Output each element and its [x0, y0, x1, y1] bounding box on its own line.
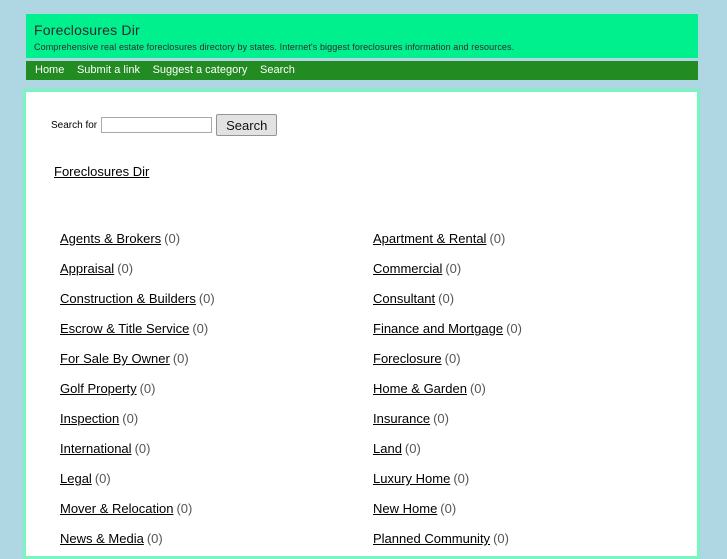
category-count: (0)	[172, 351, 189, 366]
category-count: (0)	[139, 381, 156, 396]
category-row: Finance and Mortgage (0)	[373, 314, 522, 344]
category-count: (0)	[453, 471, 470, 486]
site-title: Foreclosures Dir	[34, 22, 140, 38]
category-row: International (0)	[60, 434, 215, 464]
nav-item-home[interactable]: Home	[35, 61, 64, 80]
category-row: Insurance (0)	[373, 404, 522, 434]
breadcrumb: Foreclosures Dir	[54, 164, 149, 179]
category-row: Legal (0)	[60, 464, 215, 494]
category-count: (0)	[440, 501, 457, 516]
category-row: Luxury Home (0)	[373, 464, 522, 494]
category-count: (0)	[164, 231, 181, 246]
category-link[interactable]: Foreclosure	[373, 351, 442, 366]
category-link[interactable]: Inspection	[60, 411, 119, 426]
category-link[interactable]: For Sale By Owner	[60, 351, 170, 366]
breadcrumb-link-foreclosures-dir[interactable]: Foreclosures Dir	[54, 164, 149, 179]
category-count: (0)	[192, 321, 209, 336]
category-link[interactable]: Legal	[60, 471, 92, 486]
site-tagline: Comprehensive real estate foreclosures d…	[34, 42, 515, 52]
search-label: Search for	[51, 119, 98, 131]
category-row: Home & Garden (0)	[373, 374, 522, 404]
category-link[interactable]: International	[60, 441, 132, 456]
category-count: (0)	[404, 441, 421, 456]
category-link[interactable]: News & Media	[60, 531, 144, 546]
category-link[interactable]: Consultant	[373, 291, 435, 306]
category-count: (0)	[445, 261, 462, 276]
category-row: Land (0)	[373, 434, 522, 464]
nav-item-submit-a-link[interactable]: Submit a link	[77, 61, 140, 80]
category-link[interactable]: Home & Garden	[373, 381, 467, 396]
category-row: Planned Community (0)	[373, 524, 522, 554]
category-row: Escrow & Title Service (0)	[60, 314, 215, 344]
search-button[interactable]: Search	[216, 114, 278, 136]
category-count: (0)	[489, 231, 506, 246]
category-row: Inspection (0)	[60, 404, 215, 434]
category-row: Apartment & Rental (0)	[373, 224, 522, 254]
category-link[interactable]: Luxury Home	[373, 471, 450, 486]
category-row: Appraisal (0)	[60, 254, 215, 284]
category-link[interactable]: Agents & Brokers	[60, 231, 161, 246]
category-row: Mover & Relocation (0)	[60, 494, 215, 524]
category-row: Foreclosure (0)	[373, 344, 522, 374]
category-link[interactable]: Planned Community	[373, 531, 490, 546]
category-count: (0)	[198, 291, 215, 306]
nav-item-suggest-a-category[interactable]: Suggest a category	[153, 61, 248, 80]
category-count: (0)	[444, 351, 461, 366]
category-count: (0)	[146, 531, 163, 546]
category-link[interactable]: Land	[373, 441, 402, 456]
category-row: Agents & Brokers (0)	[60, 224, 215, 254]
category-count: (0)	[94, 471, 111, 486]
category-column-right: Apartment & Rental (0) Commercial (0) Consul…	[373, 224, 522, 554]
category-link[interactable]: Apartment & Rental	[373, 231, 486, 246]
category-row: Golf Property (0)	[60, 374, 215, 404]
content-panel: Search for Search Foreclosures Dir Agent…	[23, 89, 700, 559]
category-row: Consultant (0)	[373, 284, 522, 314]
category-count: (0)	[433, 411, 449, 426]
category-link[interactable]: Insurance	[373, 411, 430, 426]
category-row: New Home (0)	[373, 494, 522, 524]
category-count: (0)	[122, 411, 139, 426]
category-link[interactable]: Mover & Relocation	[60, 501, 173, 516]
category-count: (0)	[438, 291, 455, 306]
category-link[interactable]: Appraisal	[60, 261, 114, 276]
nav-item-search[interactable]: Search	[260, 61, 295, 80]
category-link[interactable]: Commercial	[373, 261, 442, 276]
category-row: Commercial (0)	[373, 254, 522, 284]
search-input[interactable]	[101, 117, 213, 133]
category-column-left: Agents & Brokers (0) Appraisal (0) Construct…	[60, 224, 215, 554]
category-link[interactable]: Finance and Mortgage	[373, 321, 503, 336]
category-row: Construction & Builders (0)	[60, 284, 215, 314]
category-count: (0)	[493, 531, 509, 546]
category-count: (0)	[134, 441, 151, 456]
category-link[interactable]: Golf Property	[60, 381, 137, 396]
search-form: Search for Search	[51, 114, 278, 136]
category-row: For Sale By Owner (0)	[60, 344, 215, 374]
category-link[interactable]: Construction & Builders	[60, 291, 196, 306]
category-count: (0)	[117, 261, 134, 276]
main-navigation: Home Submit a link Suggest a category Se…	[26, 61, 698, 80]
category-count: (0)	[506, 321, 522, 336]
category-row: News & Media (0)	[60, 524, 215, 554]
site-header: Foreclosures Dir Comprehensive real esta…	[26, 14, 698, 58]
category-link[interactable]: Escrow & Title Service	[60, 321, 189, 336]
category-count: (0)	[469, 381, 486, 396]
category-link[interactable]: New Home	[373, 501, 437, 516]
category-count: (0)	[176, 501, 193, 516]
